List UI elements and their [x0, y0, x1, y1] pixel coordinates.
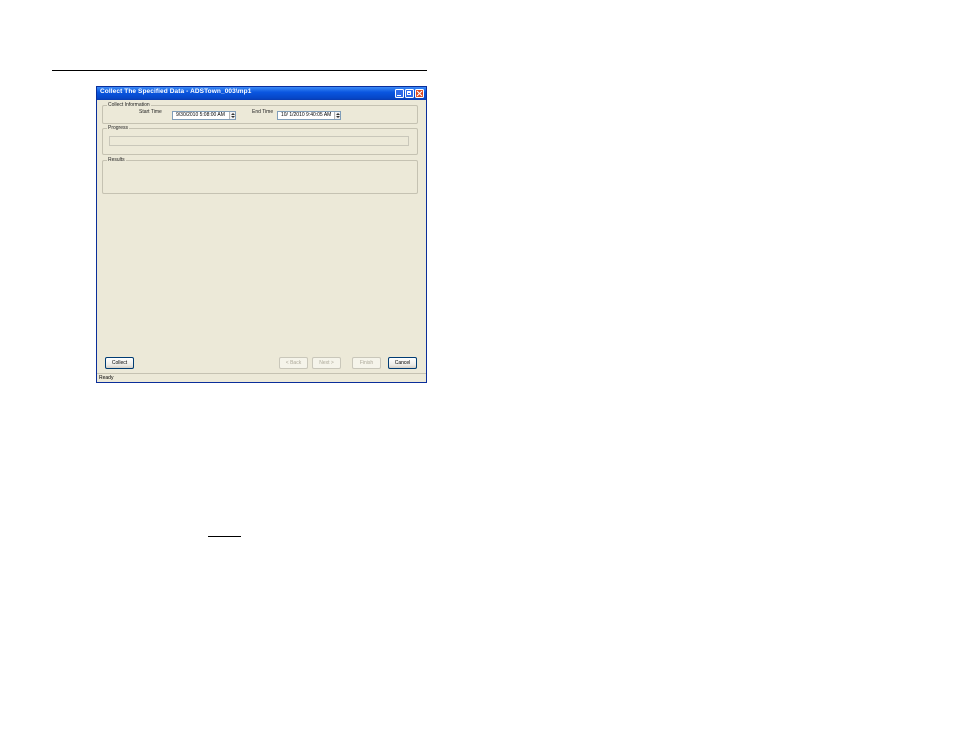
collect-information-group: Collect Information Start Time 9/30/2010… [102, 101, 418, 124]
results-label: Results [107, 156, 126, 164]
start-time-label: Start Time [139, 109, 162, 115]
progress-label: Progress [107, 124, 130, 132]
page-top-rule [52, 70, 427, 71]
collect-information-label: Collect Information [107, 101, 151, 109]
close-icon[interactable] [415, 89, 424, 98]
start-time-value: 9/30/2010 5:08:00 AM [176, 112, 225, 118]
back-button[interactable]: < Back [279, 357, 308, 369]
page-small-rule [208, 536, 241, 537]
window-title: Collect The Specified Data - ADSTown_003… [100, 88, 252, 95]
collect-data-dialog: Collect The Specified Data - ADSTown_003… [96, 86, 427, 383]
cancel-button[interactable]: Cancel [388, 357, 417, 369]
finish-button[interactable]: Finish [352, 357, 381, 369]
end-time-label: End Time [252, 109, 274, 115]
title-bar[interactable]: Collect The Specified Data - ADSTown_003… [97, 87, 426, 100]
end-time-spinner-icon[interactable] [334, 112, 340, 119]
maximize-icon[interactable] [405, 89, 414, 98]
next-button[interactable]: Next > [312, 357, 341, 369]
results-group: Results [102, 156, 418, 194]
progress-group: Progress [102, 124, 418, 155]
end-time-value: 10/ 1/2010 9:40:05 AM [281, 112, 332, 118]
collect-button[interactable]: Collect [105, 357, 134, 369]
status-bar: Ready [97, 373, 426, 382]
minimize-icon[interactable] [395, 89, 404, 98]
progress-bar [109, 136, 409, 146]
start-time-picker[interactable]: 9/30/2010 5:08:00 AM [172, 111, 236, 120]
start-time-spinner-icon[interactable] [229, 112, 235, 119]
status-text: Ready [99, 375, 114, 381]
end-time-picker[interactable]: 10/ 1/2010 9:40:05 AM [277, 111, 341, 120]
